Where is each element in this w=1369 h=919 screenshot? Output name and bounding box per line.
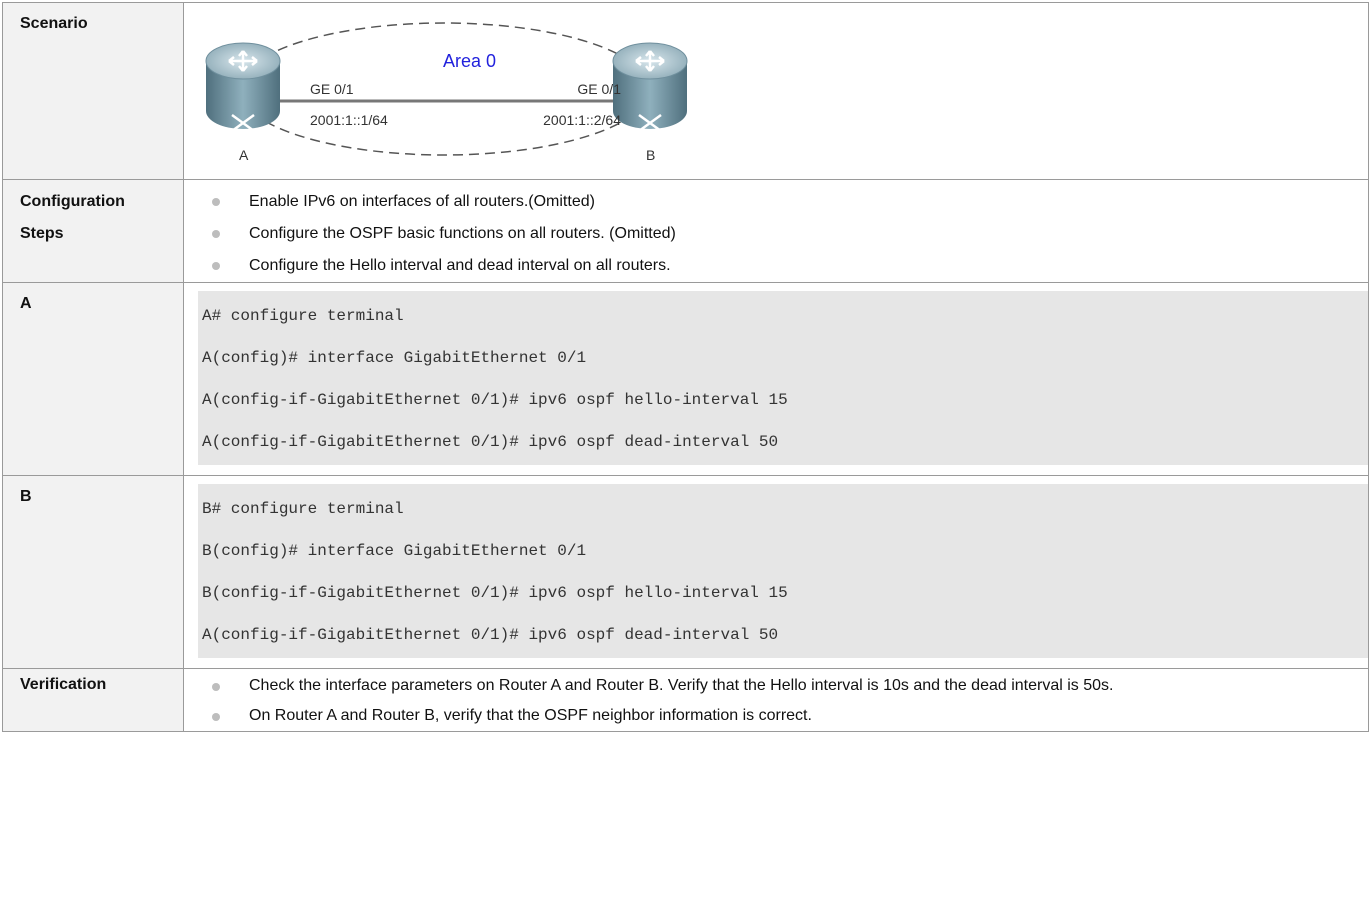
router-b-interface: GE 0/1 xyxy=(577,81,621,97)
list-item: Enable IPv6 on interfaces of all routers… xyxy=(184,186,1368,218)
verification-content: Check the interface parameters on Router… xyxy=(183,668,1369,732)
router-a-content: A# configure terminal A(config)# interfa… xyxy=(183,282,1369,476)
list-item-text: Check the interface parameters on Router… xyxy=(249,677,1114,694)
config-steps-label-line1: Configuration xyxy=(20,193,125,210)
router-b-icon xyxy=(612,42,688,133)
topology-svg: Area 0 GE 0/1 2001:1::1/64 GE 0/1 2001:1… xyxy=(205,22,688,163)
code-line: A(config-if-GigabitEthernet 0/1)# ipv6 o… xyxy=(202,391,788,409)
router-a-name: A xyxy=(239,147,249,163)
config-steps-label: Configuration Steps xyxy=(2,179,184,283)
bullet-icon xyxy=(212,262,220,270)
verification-list: Check the interface parameters on Router… xyxy=(184,669,1368,731)
code-line: A(config-if-GigabitEthernet 0/1)# ipv6 o… xyxy=(202,626,779,644)
config-steps-list: Enable IPv6 on interfaces of all routers… xyxy=(184,180,1368,282)
router-a-row: A A# configure terminal A(config)# inter… xyxy=(2,282,1369,476)
verification-label: Verification xyxy=(2,668,184,732)
list-item: On Router A and Router B, verify that th… xyxy=(184,701,1368,731)
router-b-row: B B# configure terminal B(config)# inter… xyxy=(2,475,1369,669)
config-steps-content: Enable IPv6 on interfaces of all routers… xyxy=(183,179,1369,283)
code-line: B# configure terminal xyxy=(202,500,404,518)
bullet-icon xyxy=(212,230,220,238)
code-line: B(config)# interface GigabitEthernet 0/1 xyxy=(202,542,587,560)
router-a-label: A xyxy=(2,282,184,476)
list-item-text: On Router A and Router B, verify that th… xyxy=(249,707,812,724)
router-a-address: 2001:1::1/64 xyxy=(310,112,388,128)
router-a-interface: GE 0/1 xyxy=(310,81,354,97)
list-item-text: Enable IPv6 on interfaces of all routers… xyxy=(249,193,595,210)
code-line: A(config-if-GigabitEthernet 0/1)# ipv6 o… xyxy=(202,433,779,451)
area-label: Area 0 xyxy=(443,51,496,71)
scenario-content: Area 0 GE 0/1 2001:1::1/64 GE 0/1 2001:1… xyxy=(183,2,1369,180)
code-line: A(config)# interface GigabitEthernet 0/1 xyxy=(202,349,587,367)
router-b-content: B# configure terminal B(config)# interfa… xyxy=(183,475,1369,669)
router-a-code-block: A# configure terminal A(config)# interfa… xyxy=(198,291,1368,465)
router-a-icon xyxy=(205,42,281,133)
list-item: Check the interface parameters on Router… xyxy=(184,671,1368,701)
list-item: Configure the OSPF basic functions on al… xyxy=(184,218,1368,250)
router-b-address: 2001:1::2/64 xyxy=(543,112,621,128)
code-line: A# configure terminal xyxy=(202,307,404,325)
bullet-icon xyxy=(212,713,220,721)
bullet-icon xyxy=(212,683,220,691)
config-table: Scenario Area 0 GE 0/1 2001:1::1/64 GE 0… xyxy=(2,2,1369,732)
scenario-row: Scenario Area 0 GE 0/1 2001:1::1/64 GE 0… xyxy=(2,2,1369,180)
router-b-code-block: B# configure terminal B(config)# interfa… xyxy=(198,484,1368,658)
config-steps-row: Configuration Steps Enable IPv6 on inter… xyxy=(2,179,1369,283)
verification-row: Verification Check the interface paramet… xyxy=(2,668,1369,732)
code-line: B(config-if-GigabitEthernet 0/1)# ipv6 o… xyxy=(202,584,788,602)
bullet-icon xyxy=(212,198,220,206)
scenario-label: Scenario xyxy=(2,2,184,180)
config-steps-label-line2: Steps xyxy=(20,225,64,242)
list-item-text: Configure the Hello interval and dead in… xyxy=(249,257,671,274)
list-item-text: Configure the OSPF basic functions on al… xyxy=(249,225,676,242)
list-item: Configure the Hello interval and dead in… xyxy=(184,250,1368,282)
router-b-name: B xyxy=(646,147,655,163)
topology-diagram: Area 0 GE 0/1 2001:1::1/64 GE 0/1 2001:1… xyxy=(184,3,1368,179)
router-b-label: B xyxy=(2,475,184,669)
